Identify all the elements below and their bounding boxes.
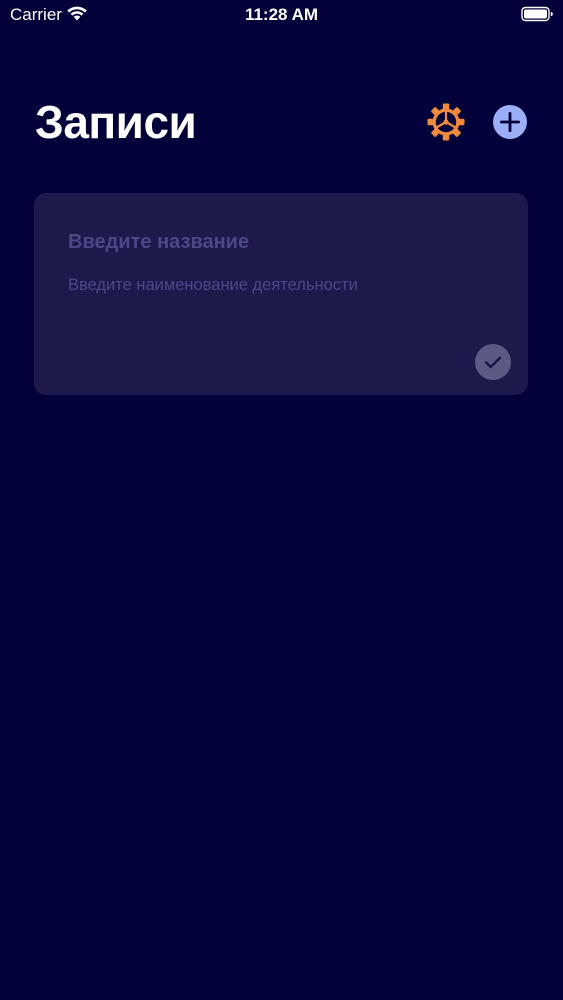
plus-circle-icon — [493, 105, 527, 139]
add-button[interactable] — [492, 104, 528, 140]
entry-activity-field[interactable]: Введите наименование деятельности — [68, 276, 358, 295]
complete-button[interactable] — [475, 344, 511, 380]
gear-icon — [427, 103, 465, 141]
entry-title-field[interactable]: Введите название — [68, 231, 249, 254]
page-title: Записи — [35, 96, 197, 148]
status-bar: Carrier 11:28 AM — [0, 0, 563, 30]
settings-button[interactable] — [426, 102, 466, 142]
battery-icon — [521, 6, 553, 22]
status-time: 11:28 AM — [244, 5, 319, 24]
checkmark-icon — [484, 356, 502, 369]
entry-card[interactable]: Введите название Введите наименование де… — [34, 193, 528, 395]
